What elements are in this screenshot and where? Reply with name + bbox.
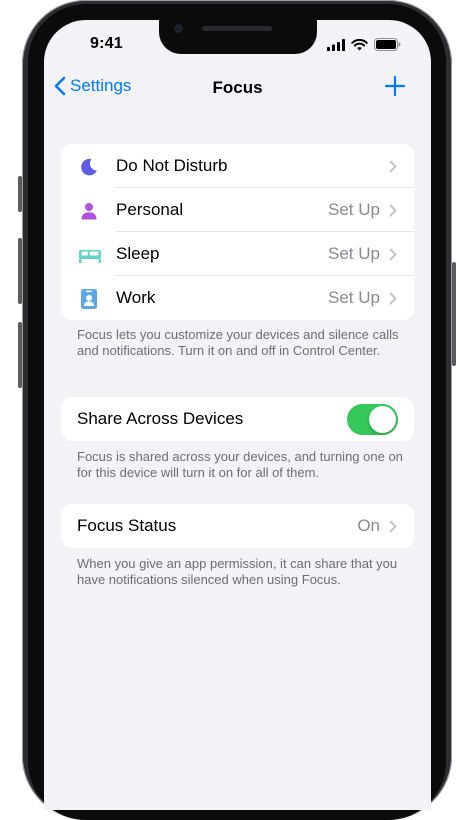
id-badge-icon xyxy=(78,288,100,310)
focus-mode-sleep[interactable]: Sleep Set Up xyxy=(61,232,414,276)
cellular-signal-icon xyxy=(327,38,345,51)
focus-status-label: Focus Status xyxy=(77,516,177,535)
focus-mode-work[interactable]: Work Set Up xyxy=(61,276,414,320)
battery-icon xyxy=(374,38,401,51)
focus-status-footer: When you give an app permission, it can … xyxy=(77,556,398,587)
speaker-grille xyxy=(202,26,272,31)
share-across-devices-section: Share Across Devices xyxy=(61,397,414,441)
notch xyxy=(159,20,317,54)
page-title: Focus xyxy=(212,78,263,97)
share-across-devices-label: Share Across Devices xyxy=(77,409,244,428)
add-focus-button[interactable] xyxy=(384,75,406,101)
navigation-bar: Settings Focus xyxy=(44,70,431,106)
focus-modes-footer: Focus lets you customize your devices an… xyxy=(77,327,399,358)
share-across-devices-row: Share Across Devices xyxy=(61,397,414,441)
toggle-knob xyxy=(369,406,396,433)
chevron-right-icon xyxy=(389,292,397,305)
focus-status-row[interactable]: Focus Status On xyxy=(61,504,414,548)
focus-mode-label: Do Not Disturb xyxy=(116,156,228,175)
mute-switch xyxy=(18,176,22,212)
volume-up-button xyxy=(18,238,22,304)
focus-status-section: Focus Status On xyxy=(61,504,414,548)
moon-icon xyxy=(78,156,100,178)
focus-mode-do-not-disturb[interactable]: Do Not Disturb xyxy=(61,144,414,188)
plus-icon xyxy=(384,75,406,97)
wifi-icon xyxy=(351,38,368,50)
person-icon xyxy=(78,200,100,222)
front-camera xyxy=(174,24,183,33)
focus-mode-value: Set Up xyxy=(328,288,380,307)
focus-mode-label: Sleep xyxy=(116,244,160,263)
chevron-right-icon xyxy=(389,248,397,261)
focus-status-value: On xyxy=(357,516,380,535)
focus-mode-value: Set Up xyxy=(328,244,380,263)
status-icons xyxy=(327,38,401,51)
focus-mode-label: Personal xyxy=(116,200,184,219)
focus-mode-label: Work xyxy=(116,288,156,307)
chevron-right-icon xyxy=(389,520,397,533)
focus-modes-list: Do Not Disturb Personal Set Up Sleep Set… xyxy=(61,144,414,320)
chevron-right-icon xyxy=(389,204,397,217)
chevron-right-icon xyxy=(389,160,397,173)
share-across-devices-toggle[interactable] xyxy=(347,404,398,435)
focus-mode-value: Set Up xyxy=(328,200,380,219)
bed-icon xyxy=(78,244,102,266)
focus-mode-personal[interactable]: Personal Set Up xyxy=(61,188,414,232)
status-time: 9:41 xyxy=(90,35,123,52)
volume-down-button xyxy=(18,322,22,388)
power-button xyxy=(452,262,456,366)
share-across-devices-footer: Focus is shared across your devices, and… xyxy=(77,449,403,480)
